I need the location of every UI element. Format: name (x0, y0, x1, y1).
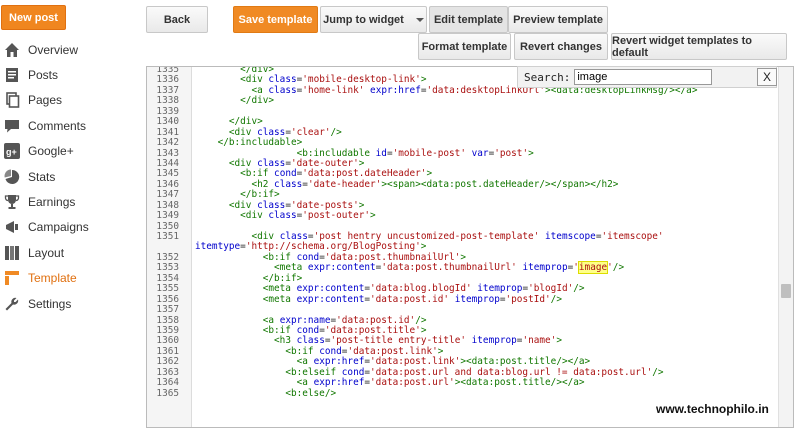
sidebar-item-comments[interactable]: Comments (0, 113, 140, 138)
code-text: <meta expr:content='data:post.id' itempr… (262, 293, 562, 305)
jump-to-widget-dropdown[interactable]: Jump to widget (320, 6, 427, 33)
sidebar-item-posts[interactable]: Posts (0, 62, 140, 87)
back-button[interactable]: Back (146, 6, 208, 33)
line-number: 1349 (156, 210, 179, 222)
sidebar-item-label: Campaigns (28, 220, 89, 235)
sidebar-item-layout[interactable]: Layout (0, 240, 140, 265)
code-line[interactable]: 1349 <div class='post-outer'> (147, 210, 779, 222)
stats-icon (3, 168, 21, 186)
sidebar-item-settings[interactable]: Settings (0, 291, 140, 316)
vertical-scrollbar[interactable] (778, 67, 793, 427)
code-text: <div class='post-outer'> (240, 210, 376, 222)
sidebar-item-label: Earnings (28, 195, 76, 210)
sidebar-item-label: Template (28, 271, 77, 286)
code-line[interactable]: 1356 <meta expr:content='data:post.id' i… (147, 293, 779, 305)
search-input[interactable] (574, 69, 713, 85)
sidebar-item-label: Google+ (28, 144, 74, 159)
google-plus-icon: g+ (3, 142, 21, 160)
code-text: <a expr:href='data:post.url'><data:post.… (296, 377, 585, 389)
template-icon (3, 269, 21, 287)
edit-template-button[interactable]: Edit template (429, 6, 508, 33)
sidebar-item-earnings[interactable]: Earnings (0, 189, 140, 214)
sidebar-item-label: Settings (28, 296, 72, 311)
sidebar-item-overview[interactable]: Overview (0, 37, 140, 62)
revert-widget-templates-button[interactable]: Revert widget templates to default (611, 33, 787, 60)
sidebar-item-pages[interactable]: Pages (0, 88, 140, 113)
preview-template-button[interactable]: Preview template (508, 6, 608, 33)
scrollbar-thumb[interactable] (781, 284, 791, 298)
sidebar-nav: Overview Posts Pages Comments g+ Google+ Stats… (0, 37, 140, 316)
posts-icon (3, 66, 21, 84)
svg-text:g+: g+ (6, 147, 17, 157)
line-number: 1357 (156, 304, 179, 316)
sidebar-item-label: Pages (28, 93, 63, 108)
save-template-button[interactable]: Save template (233, 6, 318, 33)
line-number: 1351 (156, 231, 179, 242)
sidebar-item-label: Posts (28, 68, 59, 83)
trophy-icon (3, 193, 21, 211)
comment-icon (3, 117, 21, 135)
watermark: www.technophilo.in (656, 402, 769, 416)
code-area[interactable]: 1335 </div> 1336 <div class='mobile-deskt… (147, 67, 779, 399)
chevron-down-icon (415, 17, 424, 22)
jump-to-widget-label: Jump to widget (323, 13, 404, 26)
sidebar-item-stats[interactable]: Stats (0, 164, 140, 189)
close-search-button[interactable]: X (757, 68, 777, 86)
line-number: 1364 (156, 377, 179, 389)
line-number: 1342 (156, 137, 179, 149)
sidebar-item-google[interactable]: g+ Google+ (0, 139, 140, 164)
sidebar-item-label: Stats (28, 169, 56, 184)
code-text: </b:includable> (217, 137, 303, 149)
code-line[interactable]: 1364 <a expr:href='data:post.url'><data:… (147, 377, 779, 389)
code-text: </div> (240, 95, 275, 107)
line-number: 1365 (156, 387, 179, 399)
sidebar-item-label: Comments (28, 118, 87, 133)
code-text: <b:else/> (285, 387, 337, 399)
wrench-icon (3, 295, 21, 313)
code-line[interactable]: 1357 (147, 304, 779, 316)
template-code-editor[interactable]: 1335 </div> 1336 <div class='mobile-deskt… (146, 66, 794, 428)
code-line[interactable]: 1338 </div> (147, 95, 779, 107)
code-line[interactable]: 1365 <b:else/> (147, 387, 779, 399)
campaigns-icon (3, 218, 21, 236)
layout-icon (3, 244, 21, 262)
sidebar-item-label: Overview (28, 42, 79, 57)
sidebar-item-template[interactable]: Template (0, 266, 140, 291)
format-template-button[interactable]: Format template (418, 33, 511, 60)
home-icon (3, 41, 21, 59)
new-post-button[interactable]: New post (1, 5, 66, 30)
pages-icon (3, 91, 21, 109)
sidebar-item-label: Layout (28, 245, 65, 260)
search-bar: Search: (517, 66, 777, 88)
sidebar-item-campaigns[interactable]: Campaigns (0, 215, 140, 240)
search-label: Search: (524, 70, 571, 84)
revert-changes-button[interactable]: Revert changes (514, 33, 608, 60)
